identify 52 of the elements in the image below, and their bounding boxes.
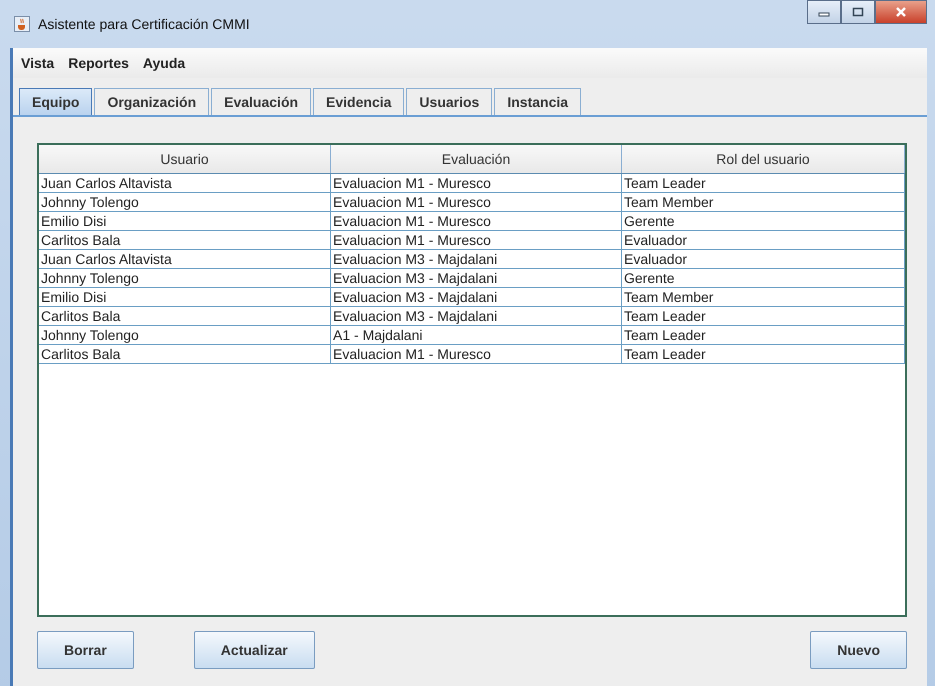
tab[interactable]: Equipo [19,88,92,115]
table-cell: Evaluacion M3 - Majdalani [331,269,622,287]
menu-item[interactable]: Ayuda [142,55,186,71]
table-cell: Juan Carlos Altavista [39,174,331,192]
tab[interactable]: Evaluación [211,88,312,115]
table-cell: Evaluacion M1 - Muresco [331,193,622,211]
window-title: Asistente para Certificación CMMI [38,16,250,32]
table-cell: Team Member [622,193,905,211]
table-cell: A1 - Majdalani [331,326,622,344]
close-button[interactable] [875,0,927,24]
close-icon [895,7,907,17]
table-cell: Evaluacion M1 - Muresco [331,231,622,249]
column-header[interactable]: Rol del usuario [622,145,905,173]
table-cell: Johnny Tolengo [39,326,331,344]
table-cell: Team Leader [622,307,905,325]
table-cell: Team Leader [622,174,905,192]
table-cell: Emilio Disi [39,288,331,306]
menu-item[interactable]: Reportes [68,55,129,71]
table-cell: Team Member [622,288,905,306]
table-cell: Emilio Disi [39,212,331,230]
tab[interactable]: Evidencia [313,88,404,115]
table-cell: Evaluacion M1 - Muresco [331,345,622,363]
table-cell: Carlitos Bala [39,307,331,325]
table-cell: Evaluacion M3 - Majdalani [331,288,622,306]
tab[interactable]: Instancia [494,88,582,115]
table-cell: Evaluacion M3 - Majdalani [331,307,622,325]
tab[interactable]: Organización [94,88,210,115]
table-cell: Carlitos Bala [39,231,331,249]
table-cell: Evaluacion M1 - Muresco [331,174,622,192]
table-cell: Johnny Tolengo [39,193,331,211]
table-cell: Team Leader [622,326,905,344]
table-cell: Evaluador [622,250,905,268]
table-cell: Gerente [622,212,905,230]
maximize-button[interactable] [841,0,875,24]
table-cell: Gerente [622,269,905,287]
table-cell: Carlitos Bala [39,345,331,363]
table-cell: Evaluador [622,231,905,249]
java-cup-icon [14,16,30,32]
column-header[interactable]: Usuario [39,145,331,173]
tab[interactable]: Usuarios [406,88,492,115]
action-button[interactable]: Borrar [37,631,134,669]
menu-item[interactable]: Vista [21,55,54,71]
table-cell: Evaluacion M3 - Majdalani [331,250,622,268]
table-cell: Juan Carlos Altavista [39,250,331,268]
table-cell: Johnny Tolengo [39,269,331,287]
minimize-button[interactable] [807,0,841,24]
maximize-icon [852,7,864,17]
action-button[interactable]: Actualizar [194,631,315,669]
column-header[interactable]: Evaluación [331,145,622,173]
action-button[interactable]: Nuevo [810,631,907,669]
table-cell: Team Leader [622,345,905,363]
table-cell: Evaluacion M1 - Muresco [331,212,622,230]
